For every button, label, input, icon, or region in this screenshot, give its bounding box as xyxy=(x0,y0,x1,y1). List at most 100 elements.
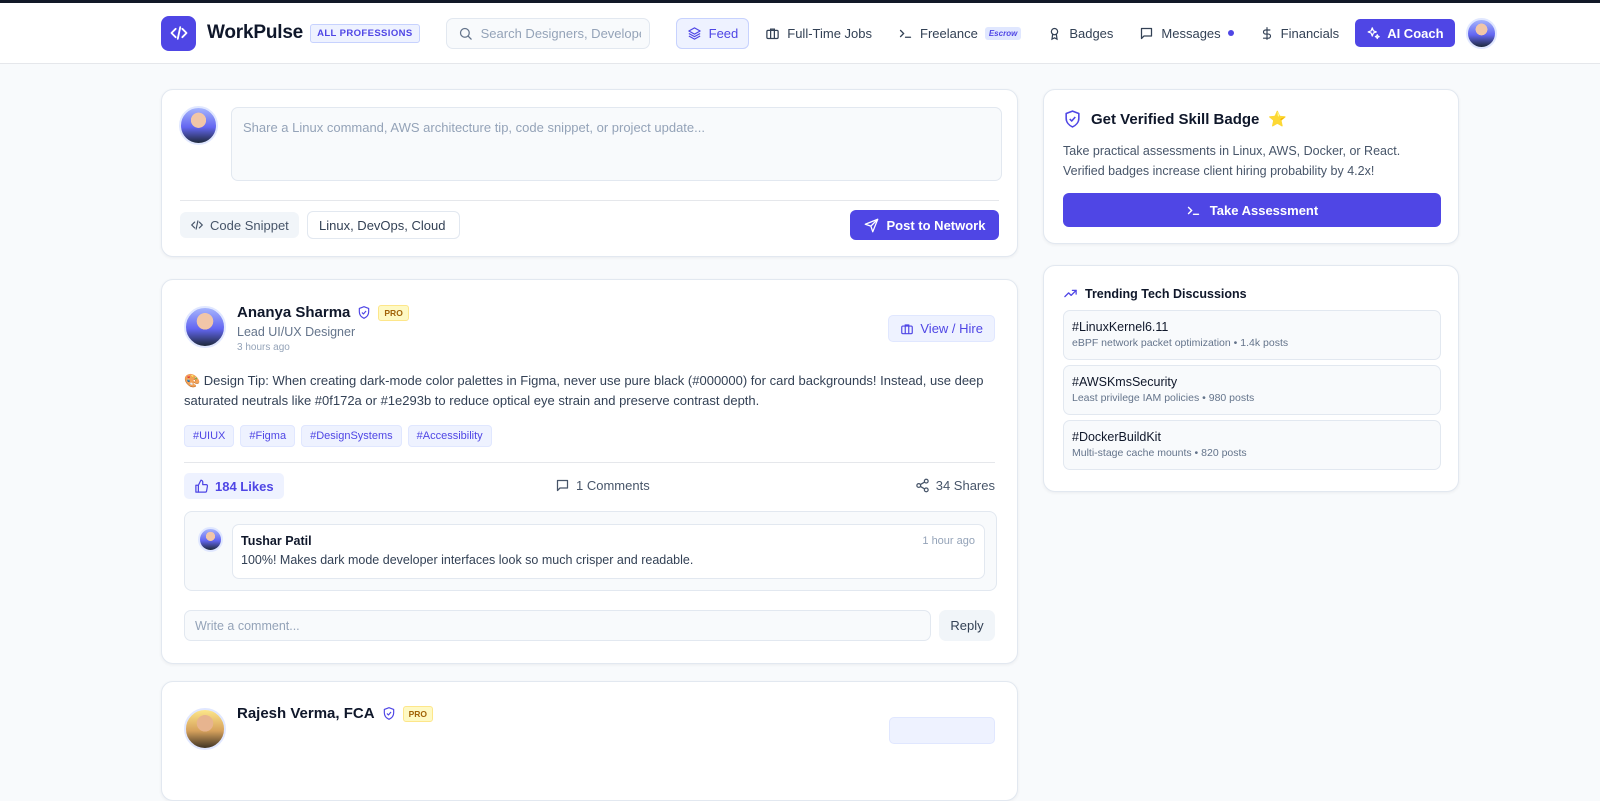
author-header: Ananya Sharma PRO xyxy=(237,304,409,321)
dollar-icon xyxy=(1262,26,1271,40)
verified-shield-icon xyxy=(359,306,370,319)
author-header: Rajesh Verma, FCA PRO xyxy=(237,705,433,722)
like-button[interactable]: 184 Likes xyxy=(184,473,284,499)
terminal-icon xyxy=(1187,206,1199,215)
pro-badge: PRO xyxy=(402,705,433,722)
sparkles-icon xyxy=(1367,26,1380,39)
search-box[interactable] xyxy=(445,17,650,49)
verified-shield-icon xyxy=(383,707,394,720)
view-hire-button[interactable]: View / Hire xyxy=(888,315,995,342)
nav-item-label: Messages xyxy=(1161,25,1221,41)
nav-item-freelance[interactable]: Freelance Escrow xyxy=(888,18,1031,49)
comment-text: 100%! Makes dark mode developer interfac… xyxy=(241,553,694,567)
author-name[interactable]: Rajesh Verma, FCA xyxy=(237,705,375,722)
nav-items: Feed Full-Time Jobs Freelance Escrow Bad… xyxy=(675,17,1497,49)
comment-bubble: Tushar Patil 1 hour ago 100%! Makes dark… xyxy=(232,524,985,579)
unread-dot xyxy=(1227,30,1234,36)
terminal-icon xyxy=(899,29,912,38)
likes-count: 184 Likes xyxy=(215,478,274,494)
user-avatar[interactable] xyxy=(1465,17,1497,49)
escrow-badge: Escrow xyxy=(984,26,1022,40)
nav-item-label: Feed xyxy=(708,25,739,41)
award-icon xyxy=(1051,27,1059,40)
hashtag[interactable]: #Accessibility xyxy=(407,425,492,447)
code-snippet-button[interactable]: Code Snippet xyxy=(180,212,299,238)
post-to-network-button[interactable]: Post to Network xyxy=(850,210,999,240)
nav-item-label: Freelance xyxy=(920,25,978,41)
comments-count: 1 Comments xyxy=(576,478,650,493)
badge-card-title: Get Verified Skill Badge xyxy=(1091,110,1260,128)
topic-tag: #LinuxKernel6.11 xyxy=(1072,320,1169,334)
layers-icon xyxy=(687,26,701,40)
nav-item-financials[interactable]: Financials xyxy=(1250,18,1350,49)
author-role: Lead UI/UX Designer xyxy=(237,325,356,339)
reply-button[interactable]: Reply xyxy=(939,610,995,641)
post-time: 3 hours ago xyxy=(237,342,290,353)
feed-post-card: Rajesh Verma, FCA PRO xyxy=(161,681,1018,801)
nav-item-label: Financials xyxy=(1280,25,1340,41)
hashtag-list: #UIUX #Figma #DesignSystems #Accessibili… xyxy=(184,425,492,447)
comment-time: 1 hour ago xyxy=(922,535,975,547)
pro-badge: PRO xyxy=(378,304,409,321)
skill-badge-card: Get Verified Skill Badge ⭐ Take practica… xyxy=(1043,89,1459,244)
code-snippet-label: Code Snippet xyxy=(210,217,289,233)
author-avatar[interactable] xyxy=(184,708,226,750)
tags-input[interactable] xyxy=(307,211,460,239)
ai-coach-button[interactable]: AI Coach xyxy=(1355,19,1455,47)
view-hire-label: View / Hire xyxy=(920,321,983,336)
topic-meta: Multi-stage cache mounts • 820 posts xyxy=(1072,447,1247,459)
trending-topic[interactable]: #AWSKmsSecurity Least privilege IAM poli… xyxy=(1063,365,1441,415)
trending-topic[interactable]: #LinuxKernel6.11 eBPF network packet opt… xyxy=(1063,310,1441,360)
trending-topic[interactable]: #DockerBuildKit Multi-stage cache mounts… xyxy=(1063,420,1441,470)
trending-up-icon xyxy=(1064,289,1077,298)
nav-item-messages[interactable]: Messages xyxy=(1129,18,1243,49)
trending-discussions-card: Trending Tech Discussions #LinuxKernel6.… xyxy=(1043,265,1459,492)
comment-thread: Tushar Patil 1 hour ago 100%! Makes dark… xyxy=(184,511,997,591)
briefcase-icon xyxy=(901,323,914,334)
post-button-label: Post to Network xyxy=(886,217,986,233)
post-divider xyxy=(184,462,995,463)
take-assessment-label: Take Assessment xyxy=(1209,202,1319,218)
thumbs-up-icon xyxy=(195,479,209,493)
post-body: 🎨 Design Tip: When creating dark-mode co… xyxy=(184,373,984,408)
hashtag[interactable]: #Figma xyxy=(240,425,296,447)
nav-item-full-time-jobs[interactable]: Full-Time Jobs xyxy=(755,18,882,49)
comment-input[interactable] xyxy=(184,610,931,641)
topic-meta: eBPF network packet optimization • 1.4k … xyxy=(1072,337,1289,349)
comments-button[interactable]: 1 Comments xyxy=(555,478,650,493)
hashtag[interactable]: #DesignSystems xyxy=(301,425,402,447)
nav-item-label: Badges xyxy=(1069,25,1114,41)
send-icon xyxy=(864,218,878,232)
topic-tag: #DockerBuildKit xyxy=(1072,430,1161,444)
topic-meta: Least privilege IAM policies • 980 posts xyxy=(1072,392,1255,404)
nav-item-label: Full-Time Jobs xyxy=(787,25,873,41)
hashtag[interactable]: #UIUX xyxy=(184,425,235,447)
feed-post-card: Ananya Sharma PRO Lead UI/UX Designer 3 … xyxy=(161,279,1018,664)
nav-item-badges[interactable]: Badges xyxy=(1037,18,1123,49)
commenter-avatar[interactable] xyxy=(198,527,223,552)
message-icon xyxy=(1141,27,1153,39)
brand-name[interactable]: WorkPulse xyxy=(207,22,303,44)
logo-code-icon[interactable] xyxy=(161,15,196,51)
briefcase-icon xyxy=(766,28,780,39)
badge-card-description: Take practical assessments in Linux, AWS… xyxy=(1063,144,1401,178)
search-input[interactable] xyxy=(480,25,641,41)
view-hire-button[interactable] xyxy=(889,717,995,744)
badge-card-title-row: Get Verified Skill Badge ⭐ xyxy=(1063,109,1287,129)
share-icon xyxy=(915,478,929,493)
author-name[interactable]: Ananya Sharma xyxy=(237,304,350,321)
code-icon xyxy=(190,220,204,230)
take-assessment-button[interactable]: Take Assessment xyxy=(1063,193,1441,227)
composer-avatar xyxy=(179,106,218,145)
composer-textarea[interactable] xyxy=(231,107,1002,181)
post-composer-card: Code Snippet Post to Network xyxy=(161,89,1018,257)
shield-check-icon xyxy=(1065,110,1080,128)
author-avatar[interactable] xyxy=(184,306,226,348)
nav-item-feed[interactable]: Feed xyxy=(675,17,750,49)
top-navbar: WorkPulse ALL PROFESSIONS Feed Full-Time… xyxy=(0,3,1600,64)
shares-count: 34 Shares xyxy=(935,478,995,493)
share-button[interactable]: 34 Shares xyxy=(915,478,995,493)
comment-author[interactable]: Tushar Patil xyxy=(241,534,976,548)
trending-title: Trending Tech Discussions xyxy=(1085,286,1247,301)
composer-divider xyxy=(180,200,999,201)
